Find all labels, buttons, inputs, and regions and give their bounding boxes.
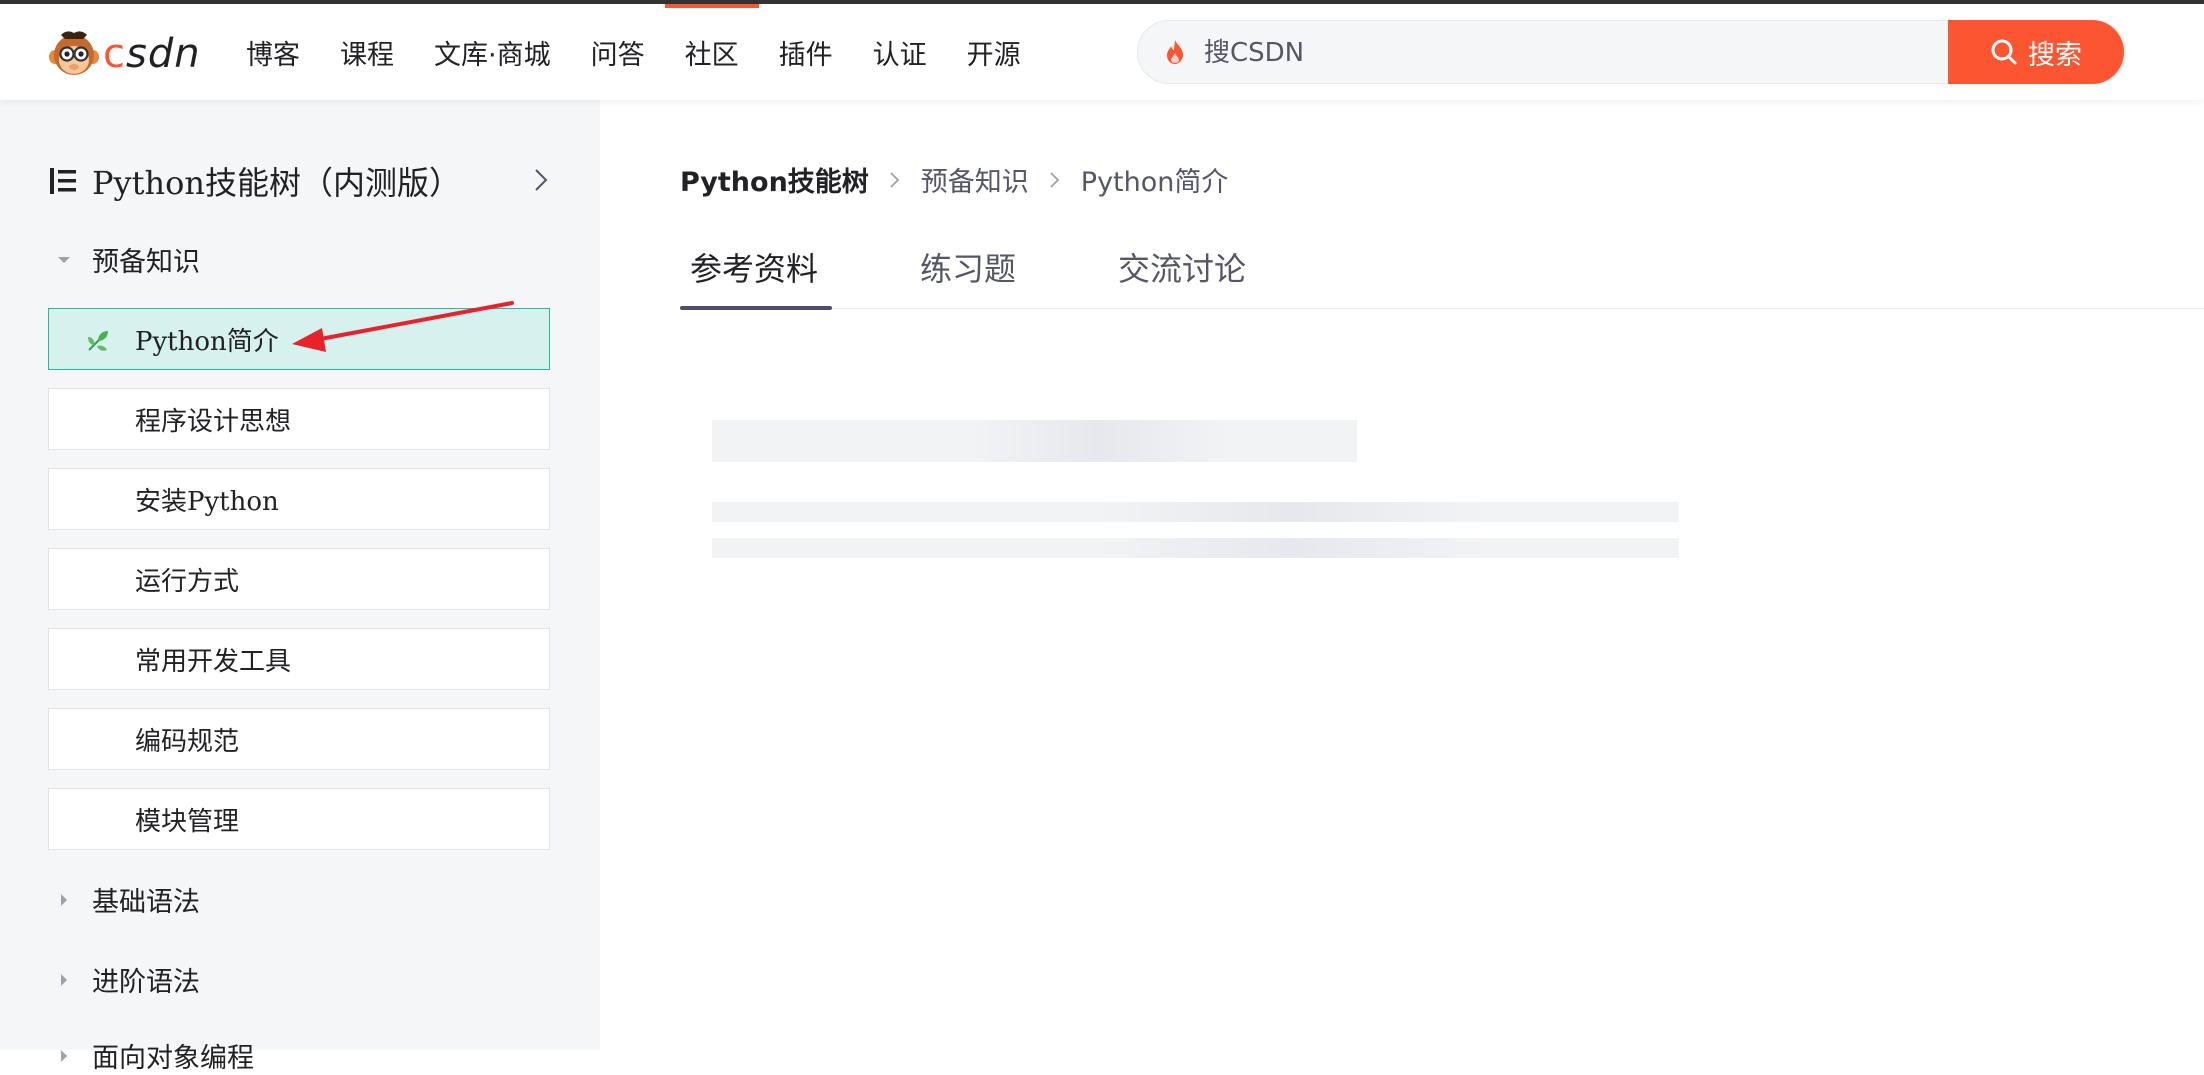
sidebar-item-coding-standards[interactable]: 编码规范 [48, 708, 550, 770]
top-header: csdn 博客 课程 文库·商城 问答 社区 插件 认证 开源 搜索 [0, 4, 2204, 100]
nav-library-store[interactable]: 文库·商城 [414, 4, 571, 100]
caret-right-icon [61, 973, 67, 986]
breadcrumb-section[interactable]: 预备知识 [921, 160, 1029, 199]
fire-icon [1167, 40, 1183, 64]
loading-skeleton-title [712, 420, 1357, 462]
breadcrumb-current: Python简介 [1080, 167, 1229, 198]
nav-qa[interactable]: 问答 [571, 4, 665, 100]
search-input[interactable] [1202, 21, 2066, 83]
sidebar-title: Python技能树（内测版） [48, 158, 461, 204]
sidebar-item-module-management[interactable]: 模块管理 [48, 788, 550, 850]
nav-plugins[interactable]: 插件 [759, 4, 853, 100]
item-label: Python简介 [135, 326, 279, 357]
group-label: 预备知识 [92, 247, 200, 278]
caret-right-icon [61, 893, 67, 906]
item-label: 运行方式 [135, 566, 240, 597]
breadcrumb: Python技能树 预备知识 Python简介 [680, 160, 1228, 199]
group-advanced-syntax[interactable]: 进阶语法 [56, 960, 200, 999]
leaf-icon [88, 331, 108, 351]
item-label: 编码规范 [135, 726, 240, 757]
monkey-mascot-icon [49, 31, 99, 75]
collapse-sidebar-chevron-icon[interactable] [528, 167, 554, 193]
tab-discussion[interactable]: 交流讨论 [1118, 228, 1246, 308]
tab-reference[interactable]: 参考资料 [680, 228, 832, 310]
loading-skeleton-line [712, 538, 1679, 558]
nav-certification[interactable]: 认证 [853, 4, 947, 100]
nav-community[interactable]: 社区 [664, 4, 759, 100]
skill-tree-sidebar: Python技能树（内测版） 预备知识 Python简介 程序设计思想 安装Py… [0, 100, 600, 1074]
item-label: 模块管理 [135, 806, 240, 837]
item-label: 常用开发工具 [135, 646, 292, 677]
sidebar-item-dev-tools[interactable]: 常用开发工具 [48, 628, 550, 690]
item-label: 安装Python [135, 486, 279, 517]
loading-skeleton-line [712, 502, 1679, 522]
list-icon [50, 168, 76, 194]
group-label: 进阶语法 [92, 967, 200, 998]
search-button[interactable]: 搜索 [1948, 20, 2124, 84]
sidebar-item-run-modes[interactable]: 运行方式 [48, 548, 550, 610]
sidebar-item-python-intro[interactable]: Python简介 [48, 308, 550, 370]
tab-exercises[interactable]: 练习题 [920, 228, 1016, 308]
nav-blog[interactable]: 博客 [226, 4, 320, 100]
sidebar-title-text: Python技能树（内测版） [92, 164, 461, 202]
nav-courses[interactable]: 课程 [320, 4, 414, 100]
chevron-right-icon [1050, 171, 1060, 188]
group-label: 面向对象编程 [92, 1043, 254, 1074]
group-basic-syntax[interactable]: 基础语法 [56, 880, 200, 919]
group-oop[interactable]: 面向对象编程 [56, 1036, 254, 1075]
sidebar-item-program-design[interactable]: 程序设计思想 [48, 388, 550, 450]
chevron-right-icon [890, 171, 900, 188]
csdn-logo[interactable]: csdn [47, 27, 201, 81]
group-prerequisites[interactable]: 预备知识 [56, 240, 200, 279]
sidebar-item-install-python[interactable]: 安装Python [48, 468, 550, 530]
search-button-label: 搜索 [2028, 39, 2082, 71]
main-nav: 博客 课程 文库·商城 问答 社区 插件 认证 开源 [226, 4, 1041, 100]
nav-open-source[interactable]: 开源 [947, 4, 1041, 100]
item-label: 程序设计思想 [135, 406, 292, 437]
group-label: 基础语法 [92, 887, 200, 918]
breadcrumb-root[interactable]: Python技能树 [680, 160, 869, 199]
caret-down-icon [58, 256, 70, 263]
search-icon [1991, 39, 2017, 65]
content-tabs: 参考资料 练习题 交流讨论 [680, 228, 2204, 310]
logo-wordmark: csdn [103, 31, 201, 77]
